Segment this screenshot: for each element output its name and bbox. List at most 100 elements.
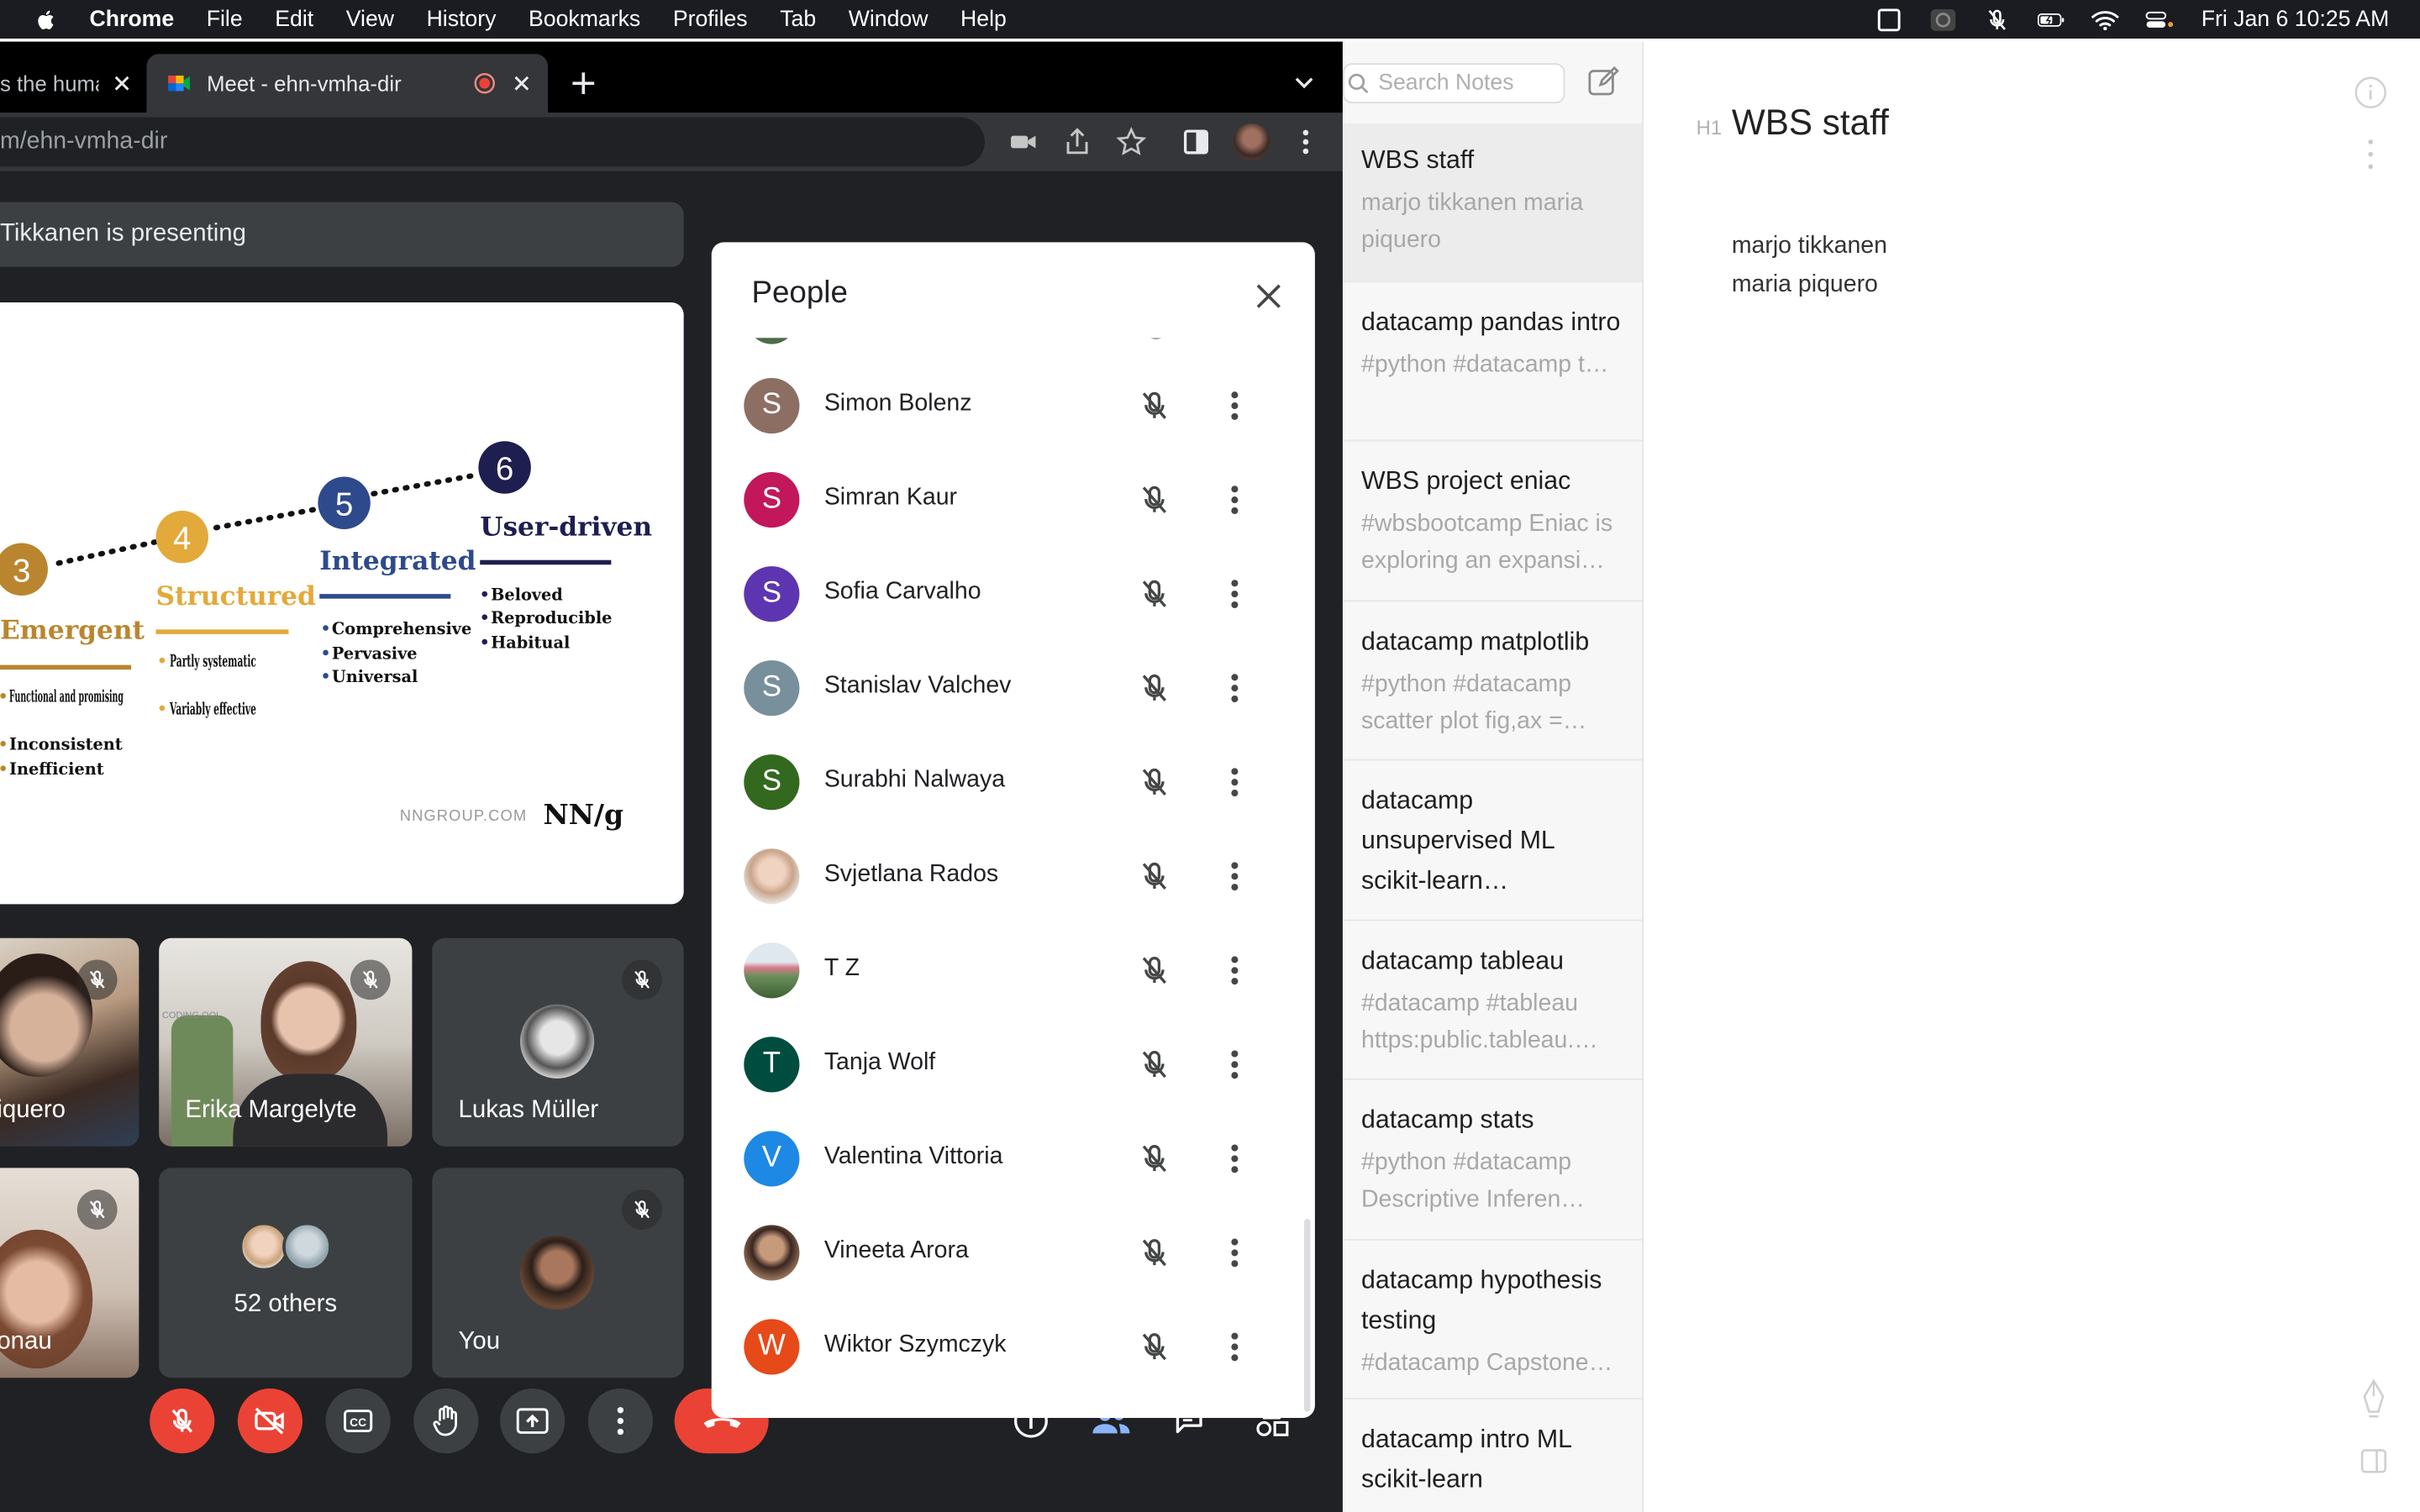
mic-off-icon[interactable] [1138, 389, 1171, 423]
note-heading[interactable]: WBS staff [1732, 102, 1889, 144]
participant-row[interactable]: S Simon Bolenz [712, 358, 1315, 452]
participant-row[interactable]: Svjetlana Rados [712, 828, 1315, 922]
mic-off-icon[interactable] [1138, 1047, 1171, 1081]
video-tile[interactable]: CODING OOL Erika Margelyte [159, 937, 413, 1147]
mic-off-icon[interactable] [1138, 1236, 1171, 1269]
mic-off-icon[interactable] [1138, 859, 1171, 893]
control-center-icon[interactable] [2146, 7, 2174, 31]
people-scrollbar[interactable] [1304, 1219, 1311, 1412]
info-icon[interactable] [2354, 76, 2387, 109]
note-preview: #python #datacamp t… [1361, 351, 1609, 379]
mic-off-status-icon[interactable] [1984, 7, 2012, 31]
mic-toggle-button[interactable] [150, 1389, 215, 1454]
menu-file[interactable]: File [207, 7, 243, 31]
more-vert-icon[interactable] [2366, 137, 2375, 171]
note-item[interactable]: datacamp pandas intro #python #datacamp … [1342, 282, 1643, 442]
more-vert-icon[interactable] [1219, 1330, 1250, 1363]
note-item[interactable]: WBS project eniac #wbsbootcamp Eniac is … [1342, 441, 1643, 602]
participant-row[interactable]: Vineeta Arora [712, 1205, 1315, 1299]
more-vert-icon[interactable] [1219, 577, 1250, 611]
participant-name: Tanja Wolf [823, 1048, 936, 1076]
mic-off-icon[interactable] [1138, 577, 1171, 611]
participant-row[interactable]: S Stanislav Valchev [712, 640, 1315, 734]
note-item[interactable]: datacamp unsupervised ML scikit-learn… [1342, 761, 1643, 921]
mic-off-icon[interactable] [1138, 765, 1171, 799]
note-item[interactable]: datacamp hypothesis testing #datacamp Ca… [1342, 1241, 1643, 1399]
pen-icon[interactable] [2360, 1378, 2387, 1420]
note-item[interactable]: datacamp tableau #datacamp #tableau http… [1342, 921, 1643, 1080]
present-screen-button[interactable] [500, 1389, 566, 1454]
self-tile[interactable]: You [432, 1168, 684, 1378]
menu-history[interactable]: History [427, 7, 497, 31]
close-tab-icon[interactable] [111, 72, 133, 94]
menu-profiles[interactable]: Profiles [673, 7, 748, 31]
camera-in-use-icon[interactable] [1007, 127, 1039, 158]
participant-row[interactable]: V Valentina Vittoria [712, 1110, 1315, 1205]
more-vert-icon[interactable] [1219, 1142, 1250, 1175]
more-vert-icon[interactable] [1219, 859, 1250, 893]
profile-avatar[interactable] [1233, 123, 1270, 161]
share-icon[interactable] [1062, 127, 1093, 158]
captions-button[interactable]: CC [325, 1389, 391, 1454]
menu-tab[interactable]: Tab [780, 7, 816, 31]
mic-off-icon[interactable] [1138, 1142, 1171, 1175]
participant-row[interactable]: S Surabhi Nalwaya [712, 734, 1315, 828]
more-vert-icon[interactable] [1219, 1047, 1250, 1081]
camera-toggle-button[interactable] [237, 1389, 303, 1454]
mic-off-icon[interactable] [1138, 953, 1171, 987]
more-options-button[interactable] [587, 1389, 653, 1454]
app-status-icon[interactable] [1929, 7, 1957, 31]
menu-window[interactable]: Window [849, 7, 929, 31]
mic-off-icon[interactable] [1138, 671, 1171, 705]
tab-previous[interactable]: s the huma [0, 54, 142, 113]
tab-search-chevron-icon[interactable] [1291, 71, 1318, 95]
menu-clock[interactable]: Fri Jan 6 10:25 AM [2202, 7, 2390, 31]
close-icon[interactable] [1255, 282, 1282, 310]
new-note-icon[interactable] [1586, 65, 1620, 98]
chrome-menu-icon[interactable] [1291, 127, 1322, 158]
participant-row[interactable]: T Z [712, 922, 1315, 1016]
bookmark-star-icon[interactable] [1116, 126, 1147, 158]
more-vert-icon[interactable] [1219, 483, 1250, 517]
participant-row[interactable]: S Sofia Carvalho [712, 546, 1315, 640]
others-tile[interactable]: 52 others [159, 1168, 413, 1378]
note-body[interactable]: marjo tikkanen maria piquero [1732, 227, 1887, 304]
participant-row[interactable]: W Wiktor Szymczyk [712, 1299, 1315, 1394]
side-panel-icon[interactable] [1181, 127, 1212, 158]
screen-mirroring-icon[interactable] [1876, 7, 1903, 31]
note-editor[interactable]: H1 WBS staff marjo tikkanen maria piquer… [1644, 42, 2420, 1512]
note-item[interactable]: WBS staff marjo tikkanen maria piquero [1342, 123, 1643, 283]
wifi-icon[interactable] [2091, 7, 2120, 31]
raise-hand-button[interactable] [413, 1389, 479, 1454]
video-tile[interactable]: onau [0, 1168, 139, 1378]
note-item[interactable]: datacamp matplotlib #python #datacamp sc… [1342, 601, 1643, 761]
more-vert-icon[interactable] [1219, 1236, 1250, 1269]
more-vert-icon[interactable] [1219, 765, 1250, 799]
note-item[interactable]: datacamp stats #python #datacamp Descrip… [1342, 1080, 1643, 1241]
participant-row[interactable]: T Tanja Wolf [712, 1016, 1315, 1110]
close-tab-icon[interactable] [511, 72, 533, 94]
menu-app-name[interactable]: Chrome [90, 7, 175, 31]
tab-meet[interactable]: Meet - ehn-vmha-dir [146, 54, 549, 113]
more-vert-icon[interactable] [1219, 953, 1250, 987]
mic-off-icon[interactable] [1138, 483, 1171, 517]
participant-row[interactable]: S Simran Kaur [712, 452, 1315, 546]
new-tab-icon[interactable] [568, 68, 599, 99]
menu-help[interactable]: Help [960, 7, 1007, 31]
menu-view[interactable]: View [346, 7, 394, 31]
raise-hand-icon [433, 1405, 457, 1436]
search-notes-field[interactable]: Search Notes [1342, 63, 1565, 104]
menu-edit[interactable]: Edit [275, 7, 313, 31]
address-bar[interactable]: m/ehn-vmha-dir [0, 117, 1036, 167]
note-item[interactable]: datacamp intro ML scikit-learn [1343, 1399, 1642, 1512]
video-tile[interactable]: iquero [0, 937, 139, 1147]
sidebar-toggle-icon[interactable] [2360, 1447, 2387, 1475]
mic-off-icon[interactable] [1138, 1330, 1171, 1363]
apple-menu-icon[interactable] [34, 7, 58, 31]
battery-icon[interactable] [2038, 7, 2065, 31]
participant-name: Lukas Müller [458, 1096, 599, 1124]
more-vert-icon[interactable] [1219, 671, 1250, 705]
menu-bookmarks[interactable]: Bookmarks [529, 7, 640, 31]
more-vert-icon[interactable] [1219, 389, 1250, 423]
video-tile[interactable]: Lukas Müller [432, 937, 684, 1147]
